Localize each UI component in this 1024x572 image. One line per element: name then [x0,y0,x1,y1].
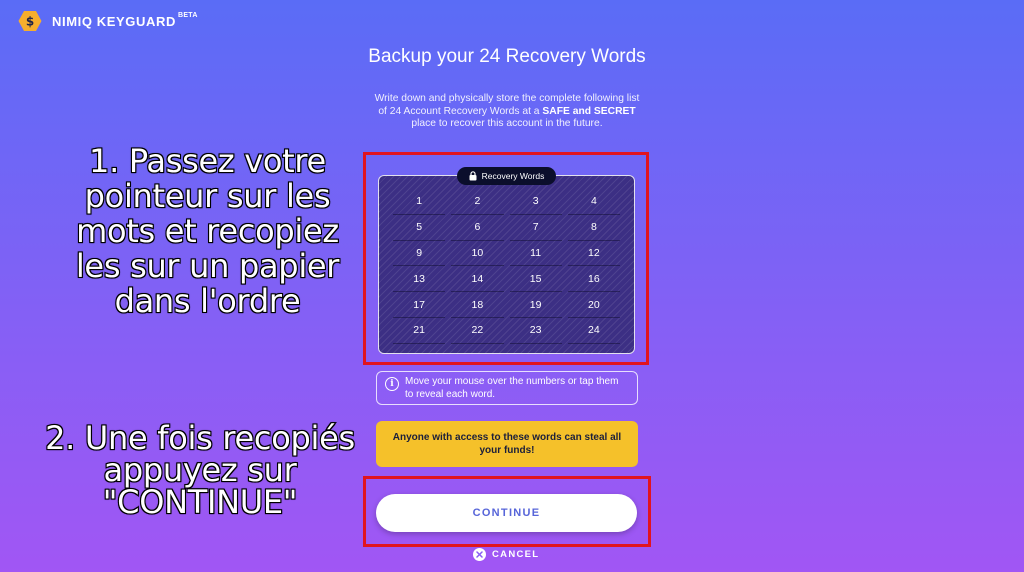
description-text-2: place to recover this account in the fut… [411,118,603,129]
cancel-label: CANCEL [492,549,540,560]
info-box: i Move your mouse over the numbers or ta… [376,371,638,405]
svg-text:$: $ [26,15,34,29]
brand-name: NIMIQ KEYGUARD [52,13,176,29]
info-text: Move your mouse over the numbers or tap … [405,376,619,400]
page-title: Backup your 24 Recovery Words [368,46,646,67]
description-bold: SAFE and SECRET [542,105,636,117]
info-icon: i [385,377,399,391]
highlight-box-words [363,152,649,365]
page-description: Write down and physically store the comp… [372,93,642,131]
app-title: NIMIQ KEYGUARD BETA [52,11,198,29]
close-circle-icon [473,548,486,561]
warning-text: Anyone with access to these words can st… [392,432,622,456]
nimiq-logo-icon: $ [18,11,42,31]
annotation-step-2: 2. Une fois recopiés appuyez sur "CONTIN… [44,419,356,521]
cancel-button[interactable]: CANCEL [473,548,539,561]
continue-button[interactable]: CONTINUE [376,494,637,532]
warning-banner: Anyone with access to these words can st… [376,421,638,467]
beta-badge: BETA [177,11,198,19]
annotation-step-1: 1. Passez votre pointeur sur les mots et… [75,142,341,320]
header: $ NIMIQ KEYGUARD BETA [18,9,198,33]
